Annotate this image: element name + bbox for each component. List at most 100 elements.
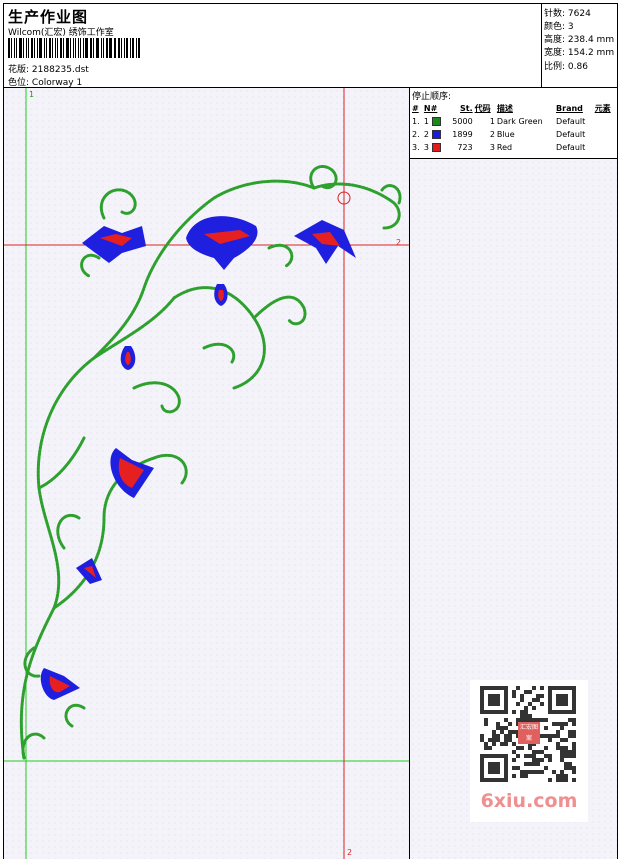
guide-label-v1: 1 — [29, 90, 35, 99]
col-stitches: St. — [460, 103, 473, 113]
barcode-bar — [83, 38, 85, 58]
barcode-bar — [39, 38, 43, 58]
colorway-value: Colorway 1 — [31, 78, 83, 88]
barcode-bar — [26, 38, 27, 58]
spec-stitches: 针数: 7624 — [544, 9, 591, 19]
vine-curl-m — [267, 243, 294, 268]
design-file-label: 花版: — [8, 65, 30, 75]
barcode-bar — [19, 38, 23, 58]
flower-top-center — [186, 216, 258, 306]
flower-lower — [76, 558, 102, 584]
table-row: 2. 2 1899 2 Blue Default — [412, 130, 586, 139]
spec-scale: 比例: 0.86 — [544, 62, 588, 72]
barcode-bar — [129, 38, 131, 58]
barcode-bar — [118, 38, 121, 58]
vine-curl-i — [56, 513, 81, 550]
vine-curl-d — [99, 188, 137, 220]
vine-right — [312, 182, 401, 230]
barcode — [8, 38, 142, 58]
barcode-bar — [15, 38, 18, 58]
vine-curl-b — [252, 295, 307, 326]
col-index: # — [412, 103, 419, 113]
barcode-bar — [46, 38, 47, 58]
barcode-bar — [44, 38, 45, 58]
barcode-bar — [13, 38, 15, 58]
vine-curl-e — [23, 646, 41, 678]
colorway-label: 色位: — [8, 78, 30, 88]
table-header-row: # N# St. 代码 描述 Brand 元素 — [411, 101, 616, 115]
flower-top-right — [294, 220, 356, 264]
col-needle: N# — [423, 103, 438, 113]
barcode-bar — [51, 38, 53, 58]
barcode-bar — [10, 38, 12, 58]
swatch-blue — [431, 130, 441, 139]
barcode-bar — [30, 38, 33, 58]
col-code: 代码 — [474, 103, 491, 113]
col-brand: Brand — [556, 103, 583, 113]
barcode-bar — [72, 38, 74, 58]
col-desc: 描述 — [496, 103, 513, 113]
barcode-bar — [108, 38, 112, 58]
bud-center — [120, 346, 136, 370]
vine-curl-l — [80, 253, 101, 278]
table-row: 3. 3 723 3 Red Default — [412, 143, 586, 152]
spec-colors: 颜色: 3 — [544, 22, 574, 32]
barcode-bar — [136, 38, 138, 58]
barcode-bar — [126, 38, 128, 58]
guide-label-b2: 2 — [347, 848, 353, 857]
barcode-bar — [23, 38, 25, 58]
swatch-dark-green — [431, 117, 441, 126]
barcode-bar — [27, 38, 29, 58]
barcode-bar — [121, 38, 123, 58]
vine-top — [92, 179, 316, 360]
barcode-bar — [97, 38, 100, 58]
table-row: 1. 1 5000 1 Dark Green Default — [412, 117, 586, 126]
watermark-site: 6xiu.com — [480, 790, 578, 812]
vine-curl-f — [64, 703, 86, 728]
spec-panel: 针数: 7624 颜色: 3 高度: 238.4 mm 宽度: 154.2 mm… — [542, 4, 617, 88]
barcode-bar — [124, 38, 126, 58]
barcode-bar — [95, 38, 97, 58]
barcode-bar — [85, 38, 88, 58]
barcode-bar — [131, 38, 135, 58]
barcode-bar — [54, 38, 56, 58]
stop-sequence-panel: 停止顺序: # N# St. 代码 描述 Brand 元素 1. 1 5000 — [410, 88, 617, 159]
stop-sequence-table: # N# St. 代码 描述 Brand 元素 1. 1 5000 1 Dark… — [411, 101, 616, 154]
barcode-bar — [60, 38, 63, 58]
barcode-bar — [101, 38, 103, 58]
company-name: Wilcom(汇宏) 绣饰工作室 — [8, 28, 114, 38]
barcode-bar — [33, 38, 36, 58]
spec-height: 高度: 238.4 mm — [544, 35, 615, 45]
vine-curl-k — [152, 453, 188, 485]
colorway-line: 色位: Colorway 1 — [8, 75, 82, 88]
barcode-bar — [89, 38, 92, 58]
design-preview[interactable]: 1 2 2 — [4, 88, 410, 859]
barcode-bar — [103, 38, 105, 58]
barcode-bar — [74, 38, 77, 58]
barcode-bar — [8, 38, 10, 58]
barcode-bar — [138, 38, 141, 58]
flower-top-left — [82, 226, 146, 263]
barcode-bar — [56, 38, 59, 58]
swatch-red — [431, 143, 441, 152]
barcode-bar — [66, 38, 69, 58]
barcode-bar — [78, 38, 80, 58]
watermark-badge: 汇宏图案 — [518, 722, 540, 744]
barcode-bar — [48, 38, 51, 58]
barcode-bar — [69, 38, 71, 58]
vine-side — [37, 436, 86, 490]
vine-curl-c — [132, 381, 181, 414]
embroidery-artwork — [4, 88, 409, 859]
guide-label-h2: 2 — [396, 238, 402, 247]
flower-mid-left — [110, 448, 154, 498]
vine-curl-j — [202, 342, 236, 364]
barcode-bar — [113, 38, 115, 58]
barcode-bar — [106, 38, 108, 58]
flower-bottom — [40, 668, 80, 700]
design-file-value: 2188235.dst — [31, 65, 89, 75]
production-sheet: 生产作业图 Wilcom(汇宏) 绣饰工作室 花版: 2188235.dst 色… — [3, 3, 618, 859]
barcode-bar — [63, 38, 65, 58]
design-file-line: 花版: 2188235.dst — [8, 62, 89, 75]
col-element: 元素 — [594, 103, 611, 113]
barcode-bar — [115, 38, 117, 58]
